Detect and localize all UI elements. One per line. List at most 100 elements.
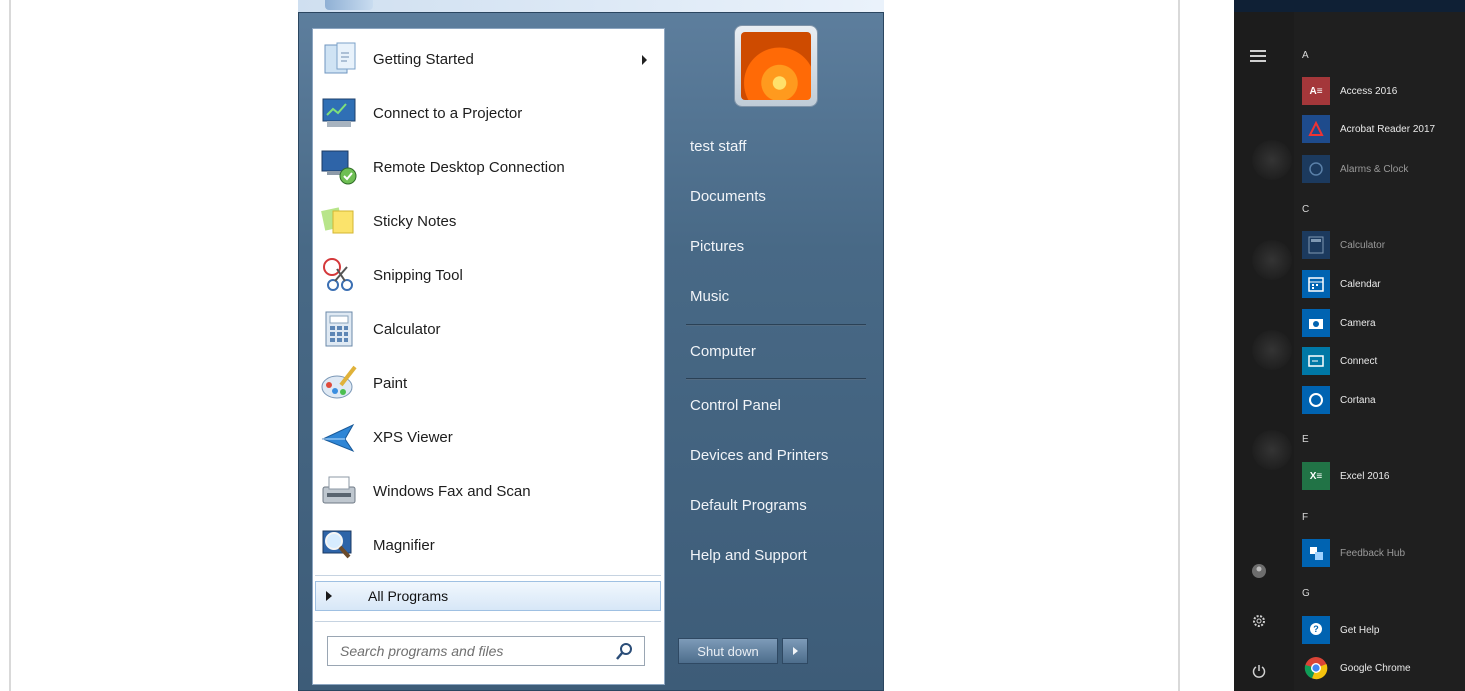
- hamburger-icon[interactable]: [1250, 50, 1266, 65]
- program-calculator[interactable]: Calculator: [319, 305, 649, 353]
- taskbar-strip: [1234, 0, 1465, 12]
- group-header[interactable]: F: [1302, 512, 1308, 523]
- app-connect[interactable]: Connect: [1302, 345, 1465, 377]
- app-label: Cortana: [1340, 394, 1376, 406]
- separator: [315, 575, 661, 576]
- separator: [315, 621, 661, 622]
- app-label: Calendar: [1340, 278, 1381, 290]
- app-access[interactable]: A≡ Access 2016: [1302, 75, 1465, 107]
- all-programs-button[interactable]: All Programs: [315, 581, 661, 611]
- blur-decoration: [1252, 140, 1292, 180]
- program-label: Calculator: [373, 320, 441, 338]
- app-excel[interactable]: X≡ Excel 2016: [1302, 460, 1465, 492]
- app-camera[interactable]: Camera: [1302, 307, 1465, 339]
- desktop-strip: [298, 0, 884, 12]
- calculator-icon: [319, 309, 359, 349]
- calculator-icon: [1302, 231, 1330, 259]
- submenu-arrow-icon: [642, 55, 647, 65]
- getting-started-icon: [319, 39, 359, 79]
- search-icon[interactable]: [614, 640, 636, 662]
- separator: [686, 378, 866, 380]
- program-fax-scan[interactable]: Windows Fax and Scan: [319, 467, 649, 515]
- app-calendar[interactable]: Calendar: [1302, 268, 1465, 300]
- program-label: Sticky Notes: [373, 212, 457, 230]
- program-getting-started[interactable]: Getting Started: [319, 35, 649, 83]
- app-acrobat[interactable]: Acrobat Reader 2017: [1302, 113, 1465, 145]
- cortana-icon: [1302, 386, 1330, 414]
- left-divider: [9, 0, 11, 691]
- app-get-help[interactable]: ? Get Help: [1302, 614, 1465, 646]
- group-header[interactable]: E: [1302, 434, 1309, 445]
- acrobat-icon: [1302, 115, 1330, 143]
- app-label: Calculator: [1340, 239, 1386, 251]
- power-icon[interactable]: [1250, 662, 1268, 680]
- app-cortana[interactable]: Cortana: [1302, 384, 1465, 416]
- program-xps-viewer[interactable]: XPS Viewer: [319, 413, 649, 461]
- user-picture[interactable]: [735, 26, 817, 106]
- app-label: Feedback Hub: [1340, 547, 1406, 559]
- feedback-hub-icon: [1302, 539, 1330, 567]
- right-divider: [1178, 0, 1180, 691]
- arrow-right-icon: [326, 591, 332, 601]
- svg-text:?: ?: [1313, 624, 1319, 634]
- shutdown-options-button[interactable]: [782, 638, 808, 664]
- program-label: XPS Viewer: [373, 428, 453, 446]
- connect-icon: [1302, 347, 1330, 375]
- app-label: Access 2016: [1340, 85, 1398, 97]
- separator: [686, 324, 866, 326]
- group-header[interactable]: C: [1302, 204, 1309, 215]
- win7-programs-pane: Getting Started Connect to a Projector R…: [312, 28, 665, 685]
- all-programs-label: All Programs: [368, 588, 449, 604]
- xps-viewer-icon: [319, 417, 359, 457]
- access-icon: A≡: [1302, 77, 1330, 105]
- right-item-control-panel[interactable]: Control Panel: [690, 397, 781, 414]
- get-help-icon: ?: [1302, 616, 1330, 644]
- app-label: Alarms & Clock: [1340, 163, 1409, 175]
- magnifier-icon: [319, 525, 359, 565]
- shutdown-button[interactable]: Shut down: [678, 638, 778, 664]
- flower-image: [741, 32, 811, 100]
- program-paint[interactable]: Paint: [319, 359, 649, 407]
- settings-icon[interactable]: [1250, 612, 1268, 630]
- calendar-icon: [1302, 270, 1330, 298]
- program-label: Windows Fax and Scan: [373, 482, 531, 500]
- fax-icon: [319, 471, 359, 511]
- app-label: Camera: [1340, 317, 1376, 329]
- app-label: Google Chrome: [1340, 662, 1411, 674]
- right-item-documents[interactable]: Documents: [690, 188, 766, 205]
- program-snipping-tool[interactable]: Snipping Tool: [319, 251, 649, 299]
- right-item-devices-printers[interactable]: Devices and Printers: [690, 447, 828, 464]
- program-remote-desktop[interactable]: Remote Desktop Connection: [319, 143, 649, 191]
- program-magnifier[interactable]: Magnifier: [319, 521, 649, 569]
- blur-decoration: [1252, 430, 1292, 470]
- search-box[interactable]: [327, 636, 645, 666]
- search-input[interactable]: [338, 642, 614, 660]
- scissors-icon: [319, 255, 359, 295]
- right-item-music[interactable]: Music: [690, 288, 729, 305]
- right-item-computer[interactable]: Computer: [690, 343, 756, 360]
- app-label: Excel 2016: [1340, 470, 1390, 482]
- shutdown-group: Shut down: [678, 638, 810, 664]
- app-google-chrome[interactable]: Google Chrome: [1302, 652, 1465, 684]
- app-alarms[interactable]: Alarms & Clock: [1302, 153, 1465, 185]
- program-label: Connect to a Projector: [373, 104, 523, 122]
- right-item-pictures[interactable]: Pictures: [690, 238, 744, 255]
- program-sticky-notes[interactable]: Sticky Notes: [319, 197, 649, 245]
- alarm-clock-icon: [1302, 155, 1330, 183]
- app-calculator[interactable]: Calculator: [1302, 229, 1465, 261]
- app-label: Acrobat Reader 2017: [1340, 123, 1436, 135]
- right-item-user[interactable]: test staff: [690, 138, 746, 155]
- right-item-help-support[interactable]: Help and Support: [690, 547, 807, 564]
- program-connect-projector[interactable]: Connect to a Projector: [319, 89, 649, 137]
- program-label: Snipping Tool: [373, 266, 463, 284]
- app-feedback-hub[interactable]: Feedback Hub: [1302, 537, 1465, 569]
- camera-icon: [1302, 309, 1330, 337]
- projector-icon: [319, 93, 359, 133]
- user-icon[interactable]: [1250, 562, 1268, 580]
- group-header[interactable]: G: [1302, 588, 1310, 599]
- right-item-default-programs[interactable]: Default Programs: [690, 497, 807, 514]
- program-label: Paint: [373, 374, 408, 392]
- group-header[interactable]: A: [1302, 50, 1309, 61]
- blur-decoration: [1252, 240, 1292, 280]
- app-label: Get Help: [1340, 624, 1380, 636]
